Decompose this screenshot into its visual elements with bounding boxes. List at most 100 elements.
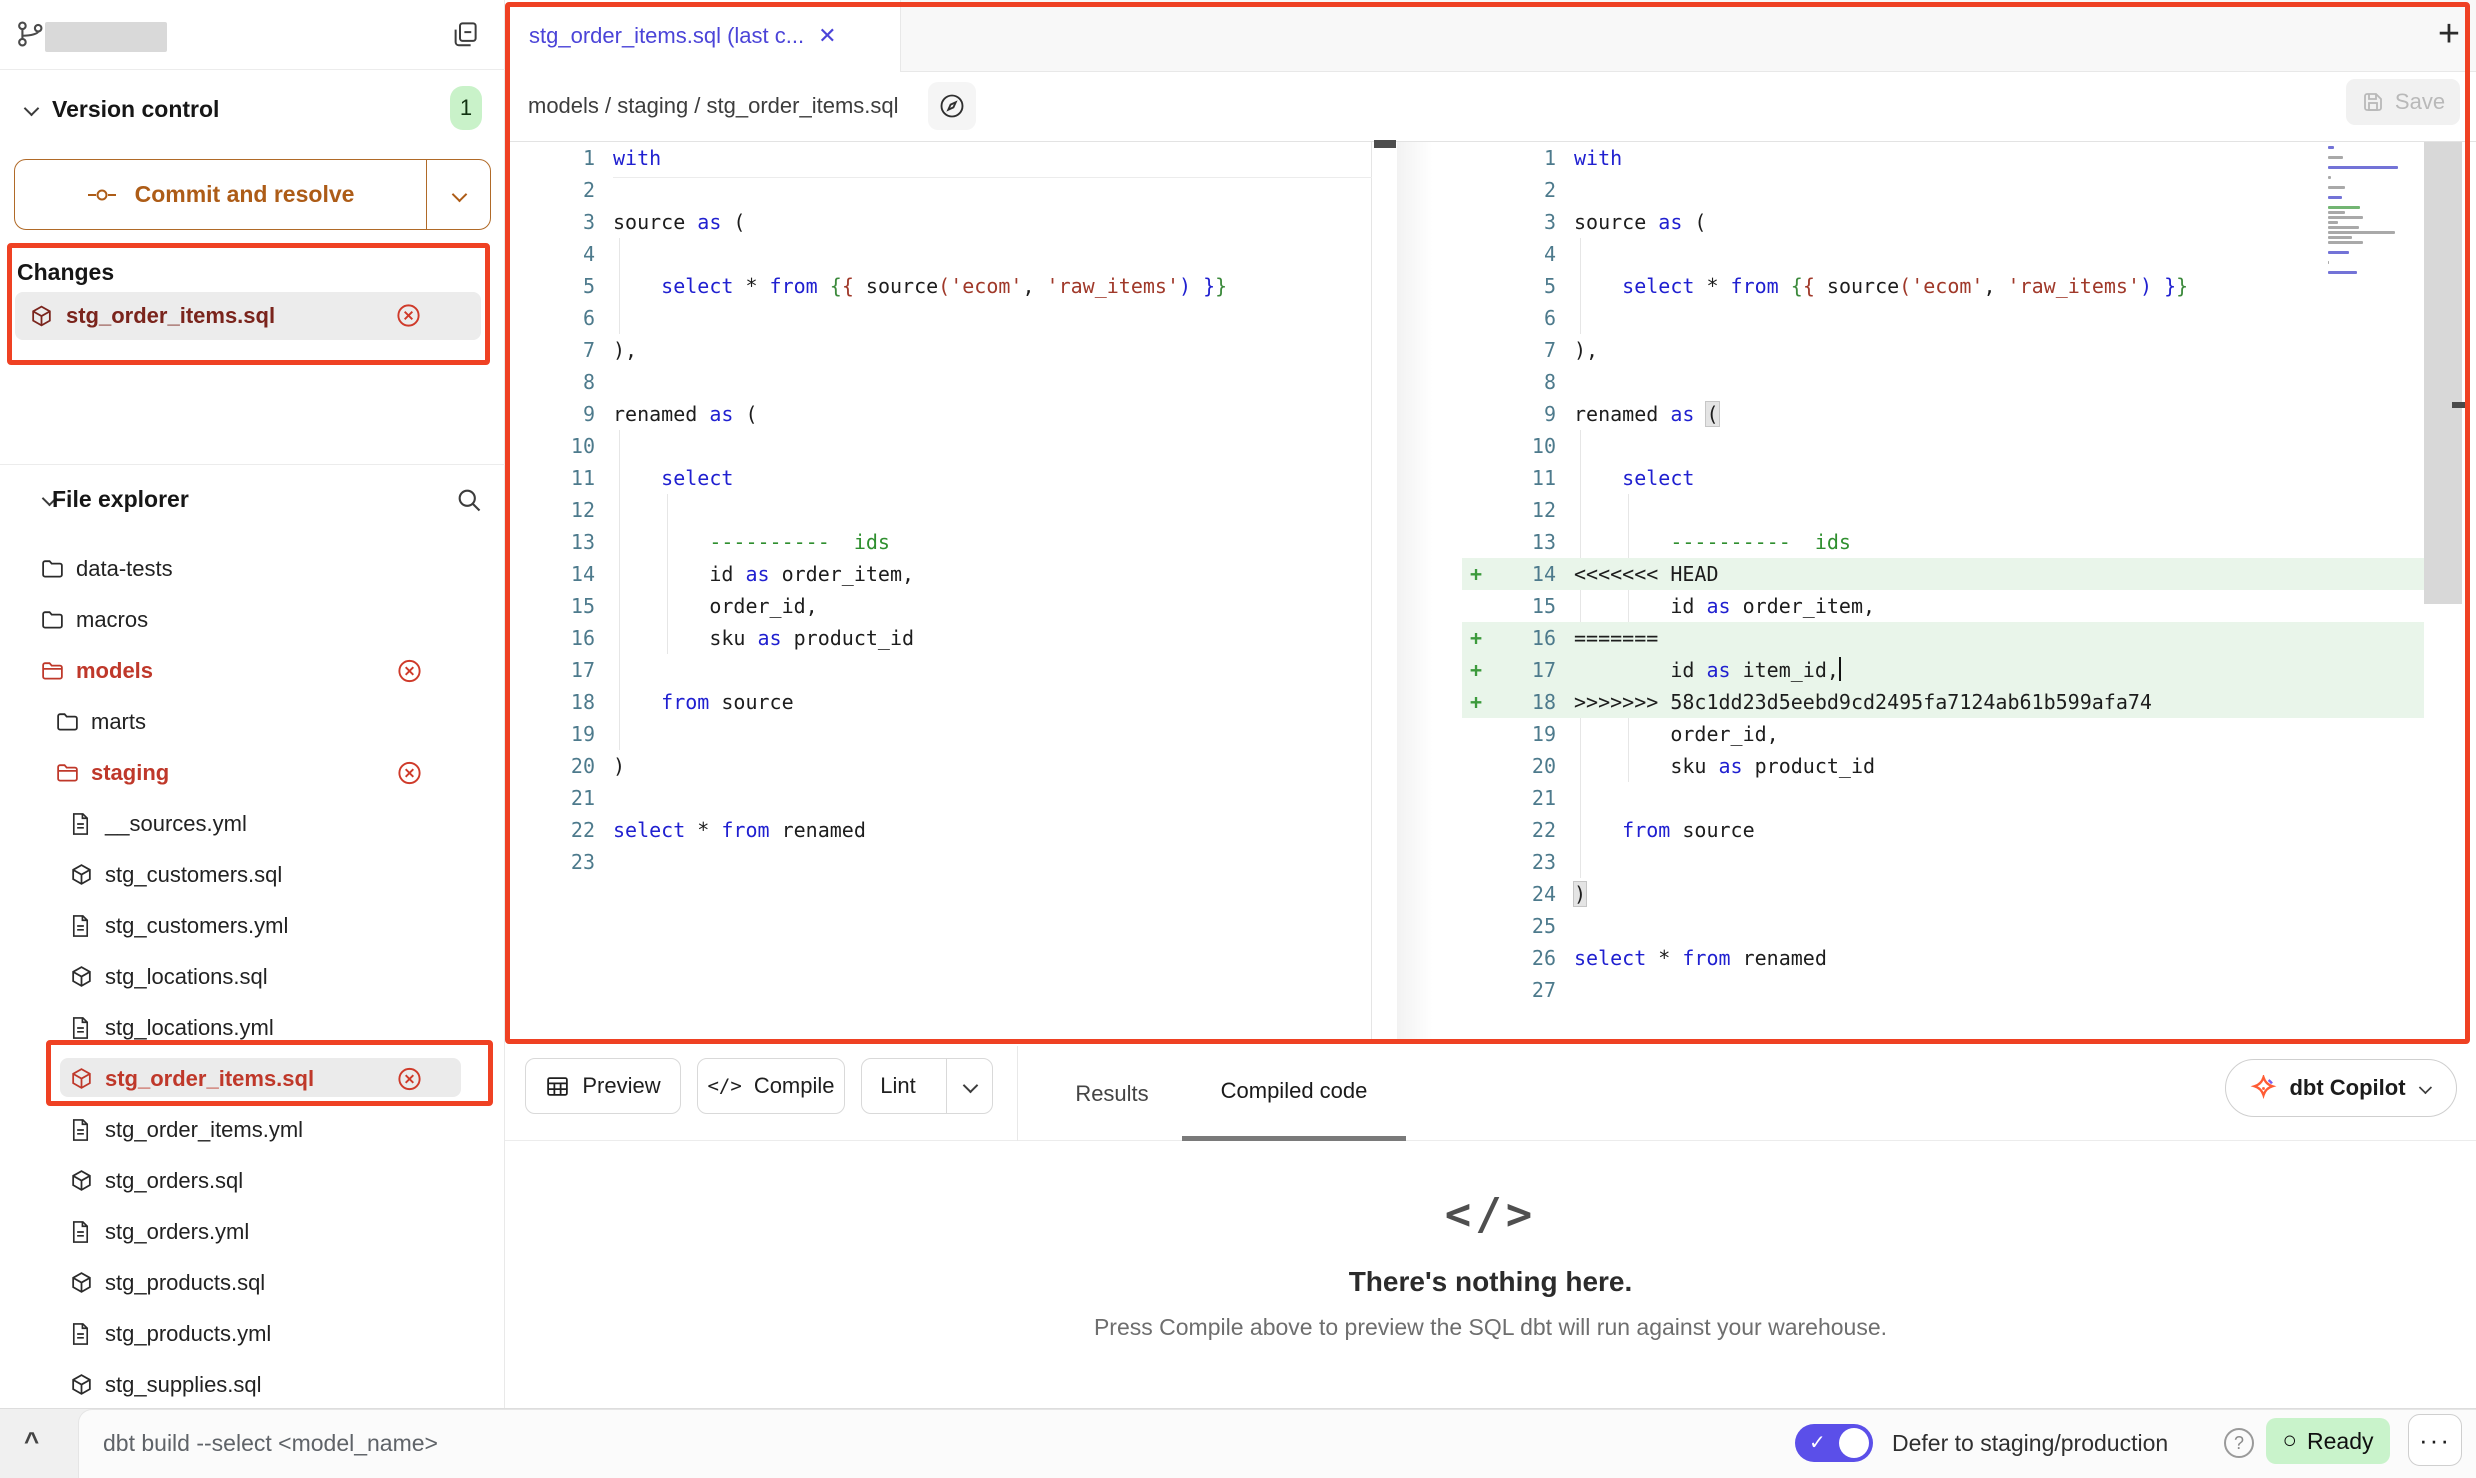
code-line[interactable]: 21 xyxy=(1462,782,2424,814)
sidebar-item-stg-customers-yml[interactable]: stg_customers.yml xyxy=(0,900,505,951)
code-line[interactable]: 22select * from renamed xyxy=(510,814,1371,846)
code-line[interactable]: 24) xyxy=(1462,878,2424,910)
sidebar-item-marts[interactable]: marts xyxy=(0,696,505,747)
sidebar-item-stg-order-items-sql[interactable]: stg_order_items.sql xyxy=(0,1053,505,1104)
tab-stg-order-items[interactable]: stg_order_items.sql (last c... ✕ xyxy=(505,0,901,72)
code-line[interactable]: 5 select * from {{ source('ecom', 'raw_i… xyxy=(1462,270,2424,302)
sidebar-item-stg-customers-sql[interactable]: stg_customers.sql xyxy=(0,849,505,900)
defer-toggle[interactable]: ✓ xyxy=(1795,1424,1873,1462)
code-line[interactable]: 15 order_id, xyxy=(510,590,1371,622)
code-line[interactable]: 11 select xyxy=(1462,462,2424,494)
revert-file-icon[interactable] xyxy=(396,657,423,684)
code-line[interactable]: 20) xyxy=(510,750,1371,782)
code-line[interactable]: 2 xyxy=(510,174,1371,206)
sidebar-item-stg-products-sql[interactable]: stg_products.sql xyxy=(0,1257,505,1308)
code-editor-left[interactable]: 1with23source as (45 select * from {{ so… xyxy=(510,142,1372,1040)
code-line[interactable]: 21 xyxy=(510,782,1371,814)
sidebar-item-stg-orders-sql[interactable]: stg_orders.sql xyxy=(0,1155,505,1206)
code-line[interactable]: 6 xyxy=(1462,302,2424,334)
lint-label[interactable]: Lint xyxy=(862,1059,934,1113)
code-line[interactable]: 3source as ( xyxy=(510,206,1371,238)
left-scrollbar-thumb[interactable] xyxy=(1374,140,1396,148)
code-line[interactable]: 23 xyxy=(510,846,1371,878)
sidebar-item-stg-locations-sql[interactable]: stg_locations.sql xyxy=(0,951,505,1002)
code-line[interactable]: 20 sku as product_id xyxy=(1462,750,2424,782)
tab-results[interactable]: Results xyxy=(1046,1046,1178,1141)
code-line[interactable]: 25 xyxy=(1462,910,2424,942)
sidebar-item-stg-order-items-yml[interactable]: stg_order_items.yml xyxy=(0,1104,505,1155)
copy-files-icon[interactable] xyxy=(450,19,480,49)
commit-and-resolve-button[interactable]: Commit and resolve xyxy=(14,159,491,230)
code-line[interactable]: 9renamed as ( xyxy=(1462,398,2424,430)
code-line[interactable]: 10 xyxy=(1462,430,2424,462)
code-line[interactable]: 19 order_id, xyxy=(1462,718,2424,750)
code-line[interactable]: 13 ---------- ids xyxy=(1462,526,2424,558)
code-line[interactable]: 19 xyxy=(510,718,1371,750)
changed-file-item[interactable]: stg_order_items.sql xyxy=(15,292,481,340)
code-line[interactable]: 7), xyxy=(1462,334,2424,366)
code-line[interactable]: 1with xyxy=(1462,142,2424,174)
revert-file-icon[interactable] xyxy=(395,302,422,329)
code-line[interactable]: 15 id as order_item, xyxy=(1462,590,2424,622)
sidebar-item--sources-yml[interactable]: __sources.yml xyxy=(0,798,505,849)
search-icon[interactable] xyxy=(455,486,483,514)
sidebar-item-stg-supplies-sql[interactable]: stg_supplies.sql xyxy=(0,1359,505,1410)
compile-button[interactable]: </> Compile xyxy=(697,1058,845,1114)
new-tab-button[interactable]: + xyxy=(2426,8,2472,60)
help-icon[interactable]: ? xyxy=(2224,1428,2254,1458)
code-line[interactable]: 9renamed as ( xyxy=(510,398,1371,430)
code-line[interactable]: 4 xyxy=(510,238,1371,270)
collapse-panel-icon[interactable]: ^ xyxy=(24,1426,39,1457)
code-line[interactable]: 7), xyxy=(510,334,1371,366)
revert-file-icon[interactable] xyxy=(396,1065,423,1092)
code-line[interactable]: 3source as ( xyxy=(1462,206,2424,238)
sidebar-item-data-tests[interactable]: data-tests xyxy=(0,543,505,594)
pane-splitter[interactable] xyxy=(1397,142,1462,1040)
commit-options-caret[interactable] xyxy=(426,160,490,229)
sidebar-item-stg-products-yml[interactable]: stg_products.yml xyxy=(0,1308,505,1359)
sidebar-item-stg-locations-yml[interactable]: stg_locations.yml xyxy=(0,1002,505,1053)
code-line[interactable]: 12 xyxy=(1462,494,2424,526)
lineage-icon[interactable] xyxy=(928,82,976,130)
more-options-button[interactable]: ··· xyxy=(2408,1414,2462,1466)
code-line[interactable]: 16 sku as product_id xyxy=(510,622,1371,654)
revert-file-icon[interactable] xyxy=(396,759,423,786)
lint-button[interactable]: Lint xyxy=(861,1058,993,1114)
minimap[interactable] xyxy=(2328,146,2400,256)
save-button[interactable]: Save xyxy=(2346,79,2460,125)
close-tab-icon[interactable]: ✕ xyxy=(818,23,836,49)
code-line[interactable]: +16======= xyxy=(1462,622,2424,654)
code-line[interactable]: 18 from source xyxy=(510,686,1371,718)
code-line[interactable]: 23 xyxy=(1462,846,2424,878)
code-line[interactable]: 6 xyxy=(510,302,1371,334)
tab-compiled-code[interactable]: Compiled code xyxy=(1182,1046,1406,1141)
sidebar-item-macros[interactable]: macros xyxy=(0,594,505,645)
code-line[interactable]: 5 select * from {{ source('ecom', 'raw_i… xyxy=(510,270,1371,302)
code-line[interactable]: 27 xyxy=(1462,974,2424,1006)
right-scrollbar-thumb[interactable] xyxy=(2424,142,2462,604)
code-line[interactable]: 11 select xyxy=(510,462,1371,494)
code-line[interactable]: 12 xyxy=(510,494,1371,526)
status-badge-ready[interactable]: ○ Ready xyxy=(2266,1418,2390,1464)
code-line[interactable]: 8 xyxy=(510,366,1371,398)
code-line[interactable]: +17 id as item_id, xyxy=(1462,654,2424,686)
code-line[interactable]: 10 xyxy=(510,430,1371,462)
code-line[interactable]: 13 ---------- ids xyxy=(510,526,1371,558)
code-line[interactable]: 2 xyxy=(1462,174,2424,206)
sidebar-item-models[interactable]: models xyxy=(0,645,505,696)
code-line[interactable]: 26select * from renamed xyxy=(1462,942,2424,974)
sidebar-item-staging[interactable]: staging xyxy=(0,747,505,798)
code-line[interactable]: +18>>>>>>> 58c1dd23d5eebd9cd2495fa7124ab… xyxy=(1462,686,2424,718)
lint-options-caret[interactable] xyxy=(946,1059,992,1113)
code-line[interactable]: +14<<<<<<< HEAD xyxy=(1462,558,2424,590)
code-line[interactable]: 8 xyxy=(1462,366,2424,398)
code-line[interactable]: 22 from source xyxy=(1462,814,2424,846)
sidebar-item-stg-orders-yml[interactable]: stg_orders.yml xyxy=(0,1206,505,1257)
chevron-down-icon[interactable] xyxy=(24,102,38,116)
code-editor-right-diff[interactable]: 1with23source as (45 select * from {{ so… xyxy=(1462,142,2424,1040)
commit-button-main[interactable]: Commit and resolve xyxy=(15,160,426,229)
preview-button[interactable]: Preview xyxy=(525,1058,681,1114)
code-line[interactable]: 17 xyxy=(510,654,1371,686)
code-line[interactable]: 1with xyxy=(510,142,1371,174)
code-line[interactable]: 4 xyxy=(1462,238,2424,270)
